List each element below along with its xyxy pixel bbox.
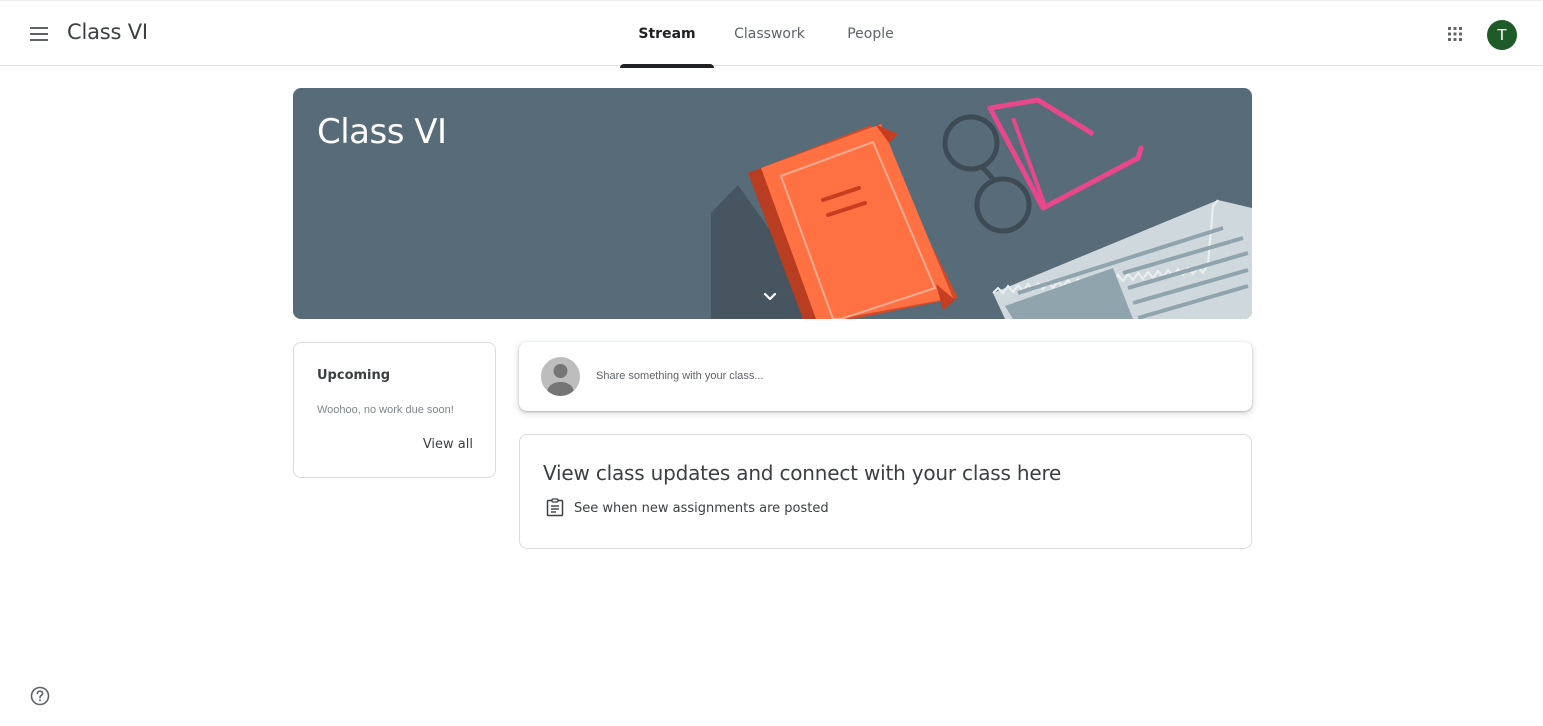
google-apps-button[interactable] [1441,20,1469,48]
apps-grid-icon [1448,27,1462,41]
upcoming-empty-text: Woohoo, no work due soon! [317,404,454,416]
main-menu-button[interactable] [22,17,56,51]
user-avatar [541,357,580,396]
tab-classwork[interactable]: Classwork [714,1,825,67]
hamburger-menu-icon [30,27,48,41]
person-icon [547,364,574,396]
class-tabs: Stream Classwork People [620,1,916,68]
chevron-down-icon [763,292,777,301]
top-app-bar: Class VI Stream Classwork People T [0,0,1543,68]
updates-title: View class updates and connect with your… [543,461,1062,485]
upcoming-title: Upcoming [317,368,391,383]
class-updates-card: View class updates and connect with your… [519,434,1252,549]
help-button[interactable] [29,685,51,707]
upcoming-card: Upcoming Woohoo, no work due soon! View … [293,342,496,478]
banner-class-title: Class VI [317,112,447,152]
assignment-icon [546,498,564,517]
account-avatar[interactable]: T [1487,20,1517,50]
share-placeholder: Share something with your class... [596,370,764,382]
tab-people[interactable]: People [825,1,916,67]
class-banner: Class VI [293,88,1252,319]
share-announcement-box[interactable]: Share something with your class... [519,342,1252,411]
help-icon [30,686,50,706]
updates-item-text: See when new assignments are posted [574,501,829,516]
banner-expand-button[interactable] [758,284,782,308]
tab-stream[interactable]: Stream [620,1,714,68]
view-all-link[interactable]: View all [423,437,473,452]
class-title[interactable]: Class VI [67,20,148,44]
